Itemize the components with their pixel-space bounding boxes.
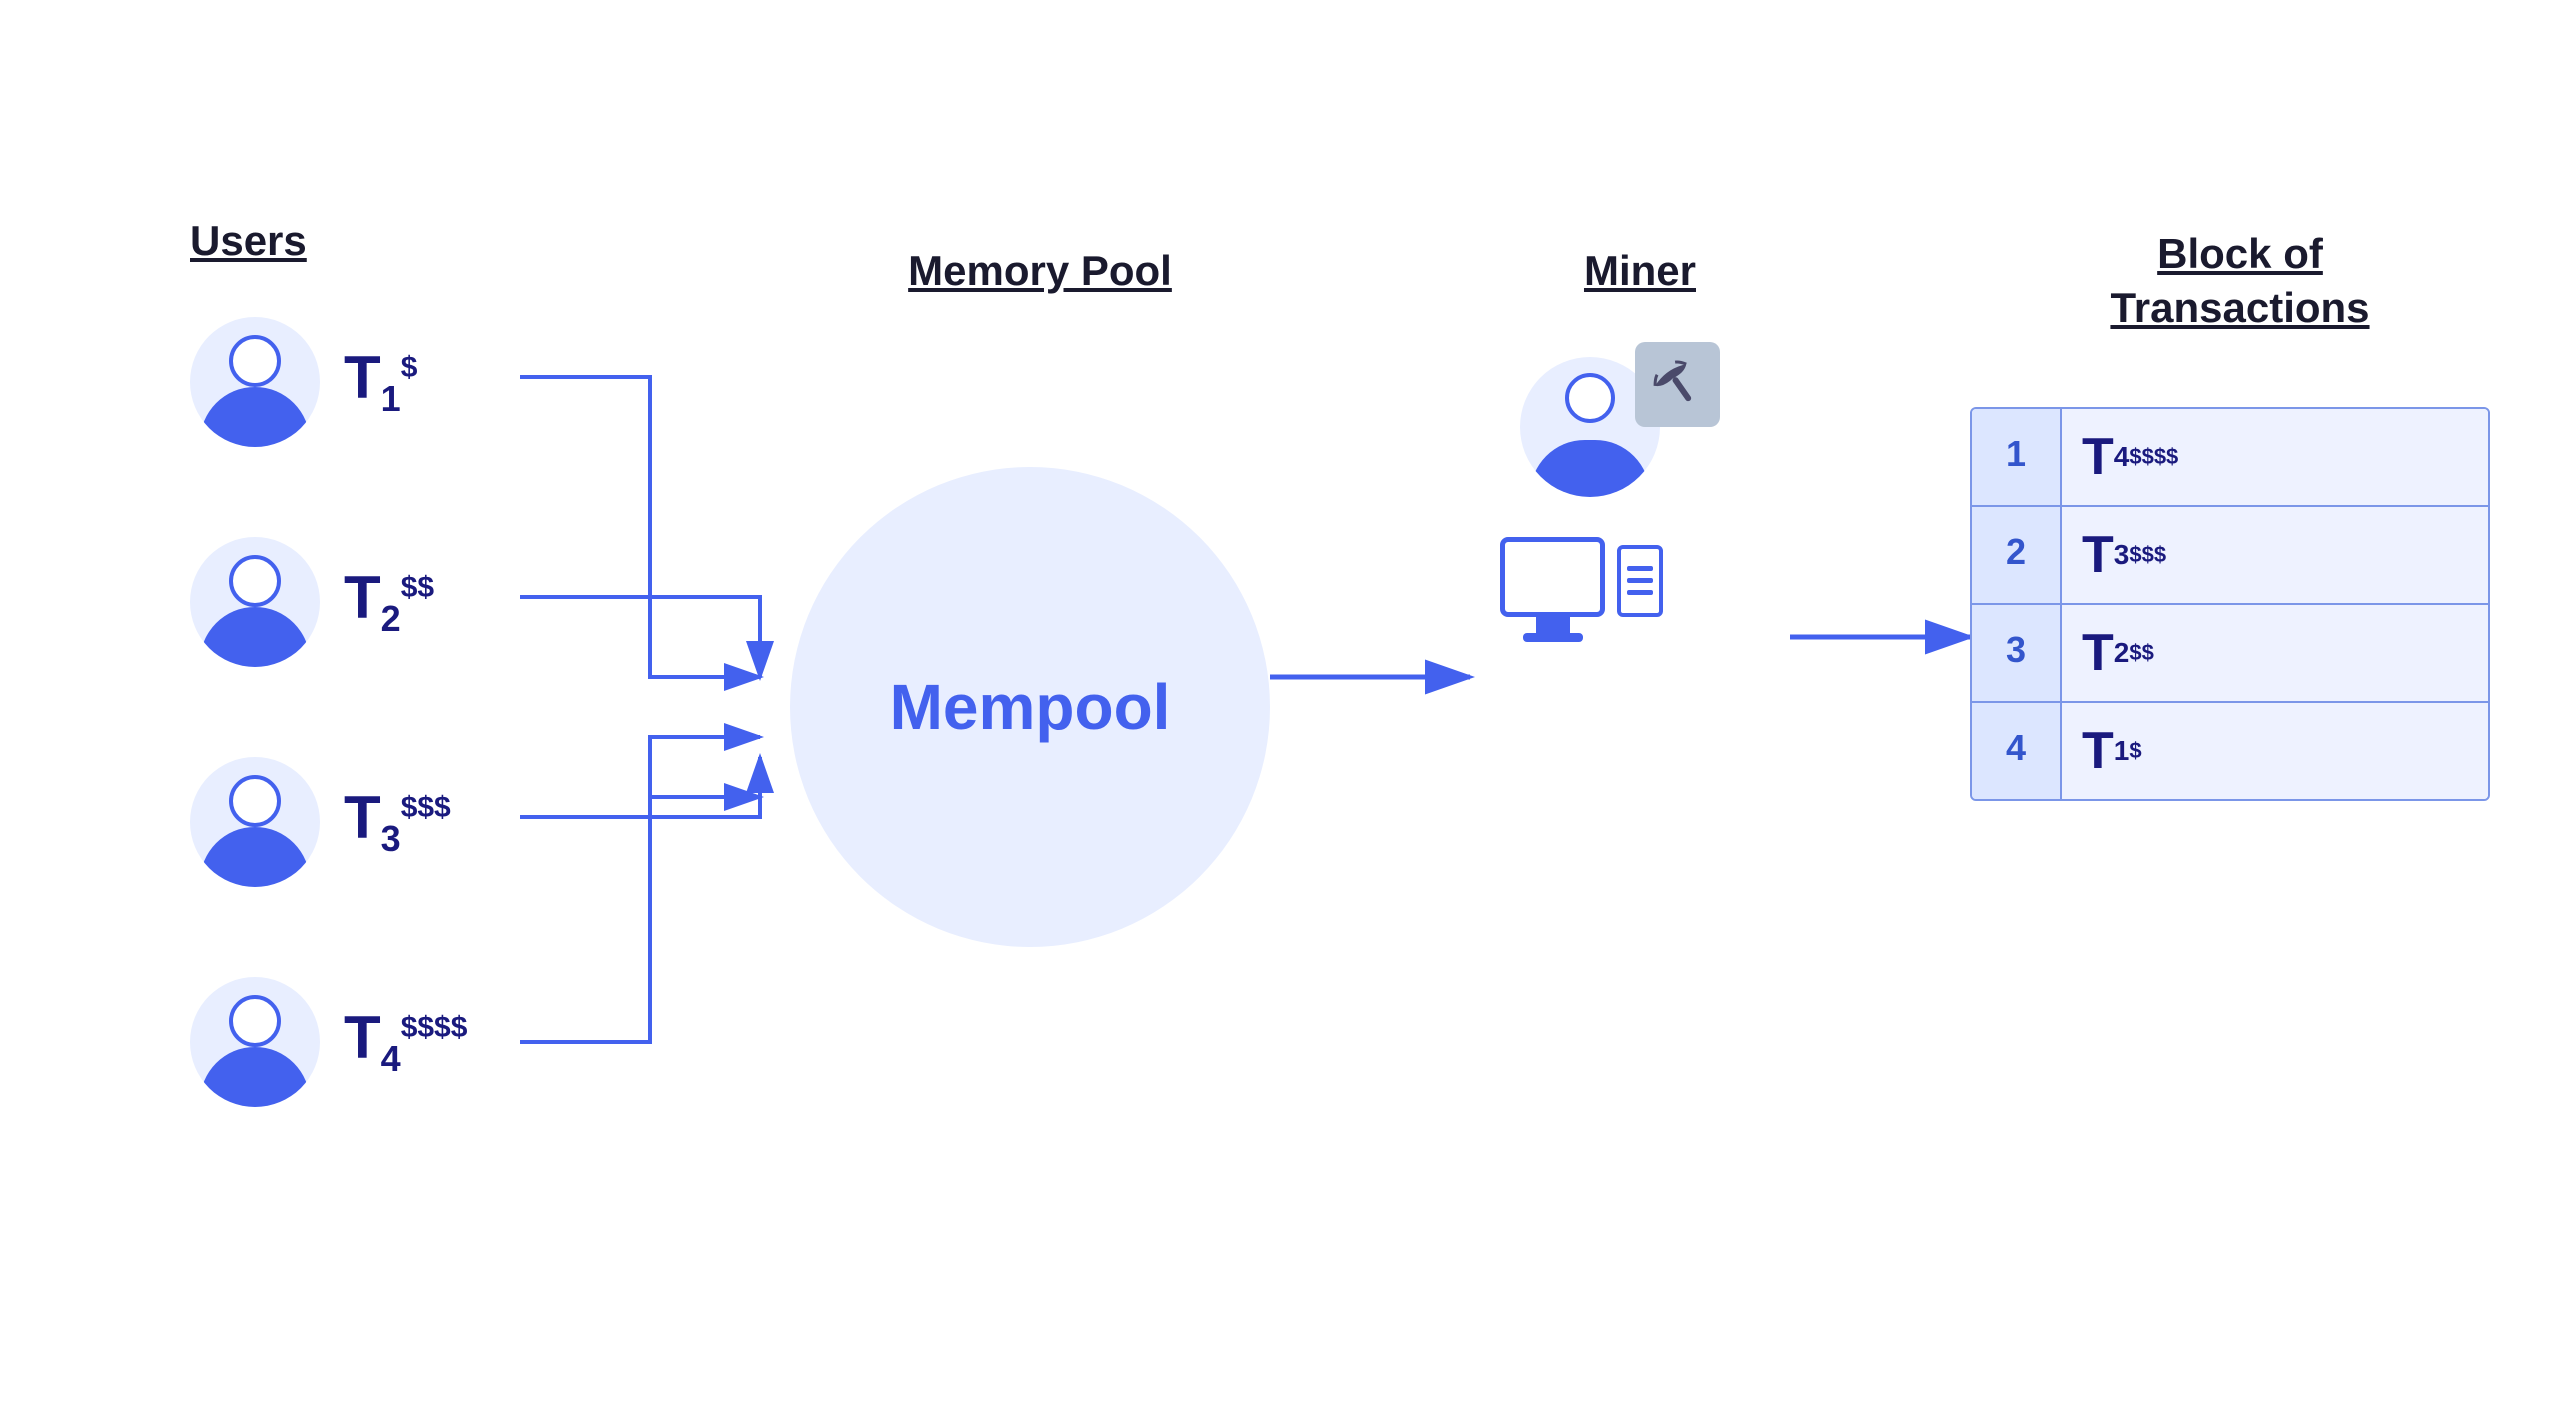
user-row-1: T1$ [190,317,417,447]
monitor-icon [1500,537,1605,617]
user-row-2: T2$$ [190,537,434,667]
user-row-4: T4$$$$ [190,977,467,1107]
server-icon [1617,545,1663,617]
block-num-1: 1 [1972,409,2062,505]
block-num-2: 2 [1972,507,2062,603]
block-tx-3: T2$$ [2062,605,2488,701]
block-tx-2: T3$$$ [2062,507,2488,603]
avatar-2 [190,537,320,667]
mempool-circle: Mempool [790,467,1270,947]
mempool-to-miner-arrow [1270,637,1490,717]
tx-label-2: T2$$ [344,563,434,640]
avatar-1 [190,317,320,447]
avatar-3 [190,757,320,887]
miner-to-block-arrow [1790,597,1990,677]
tx-label-4: T4$$$$ [344,1003,467,1080]
block-num-3: 3 [1972,605,2062,701]
block-title: Block of Transactions [1990,227,2490,336]
miner-title: Miner [1500,247,1780,295]
block-tx-4: T1$ [2062,703,2488,799]
block-table: 1 T4$$$$ 2 T3$$$ 3 T2$$ 4 [1970,407,2490,801]
block-row-1: 1 T4$$$$ [1972,409,2488,507]
miner-computer [1500,537,1720,617]
block-row-4: 4 T1$ [1972,703,2488,799]
block-row-3: 3 T2$$ [1972,605,2488,703]
diagram-container: Users T1$ T2$$ [0,0,2560,1413]
users-title: Users [190,217,307,265]
avatar-4 [190,977,320,1107]
user-row-3: T3$$$ [190,757,451,887]
block-num-4: 4 [1972,703,2062,799]
tx-label-1: T1$ [344,343,417,420]
mempool-title: Memory Pool [830,247,1250,295]
pickaxe-icon [1635,342,1720,427]
tx-label-3: T3$$$ [344,783,451,860]
block-tx-1: T4$$$$ [2062,409,2488,505]
miner-figure [1490,357,1720,617]
block-row-2: 2 T3$$$ [1972,507,2488,605]
